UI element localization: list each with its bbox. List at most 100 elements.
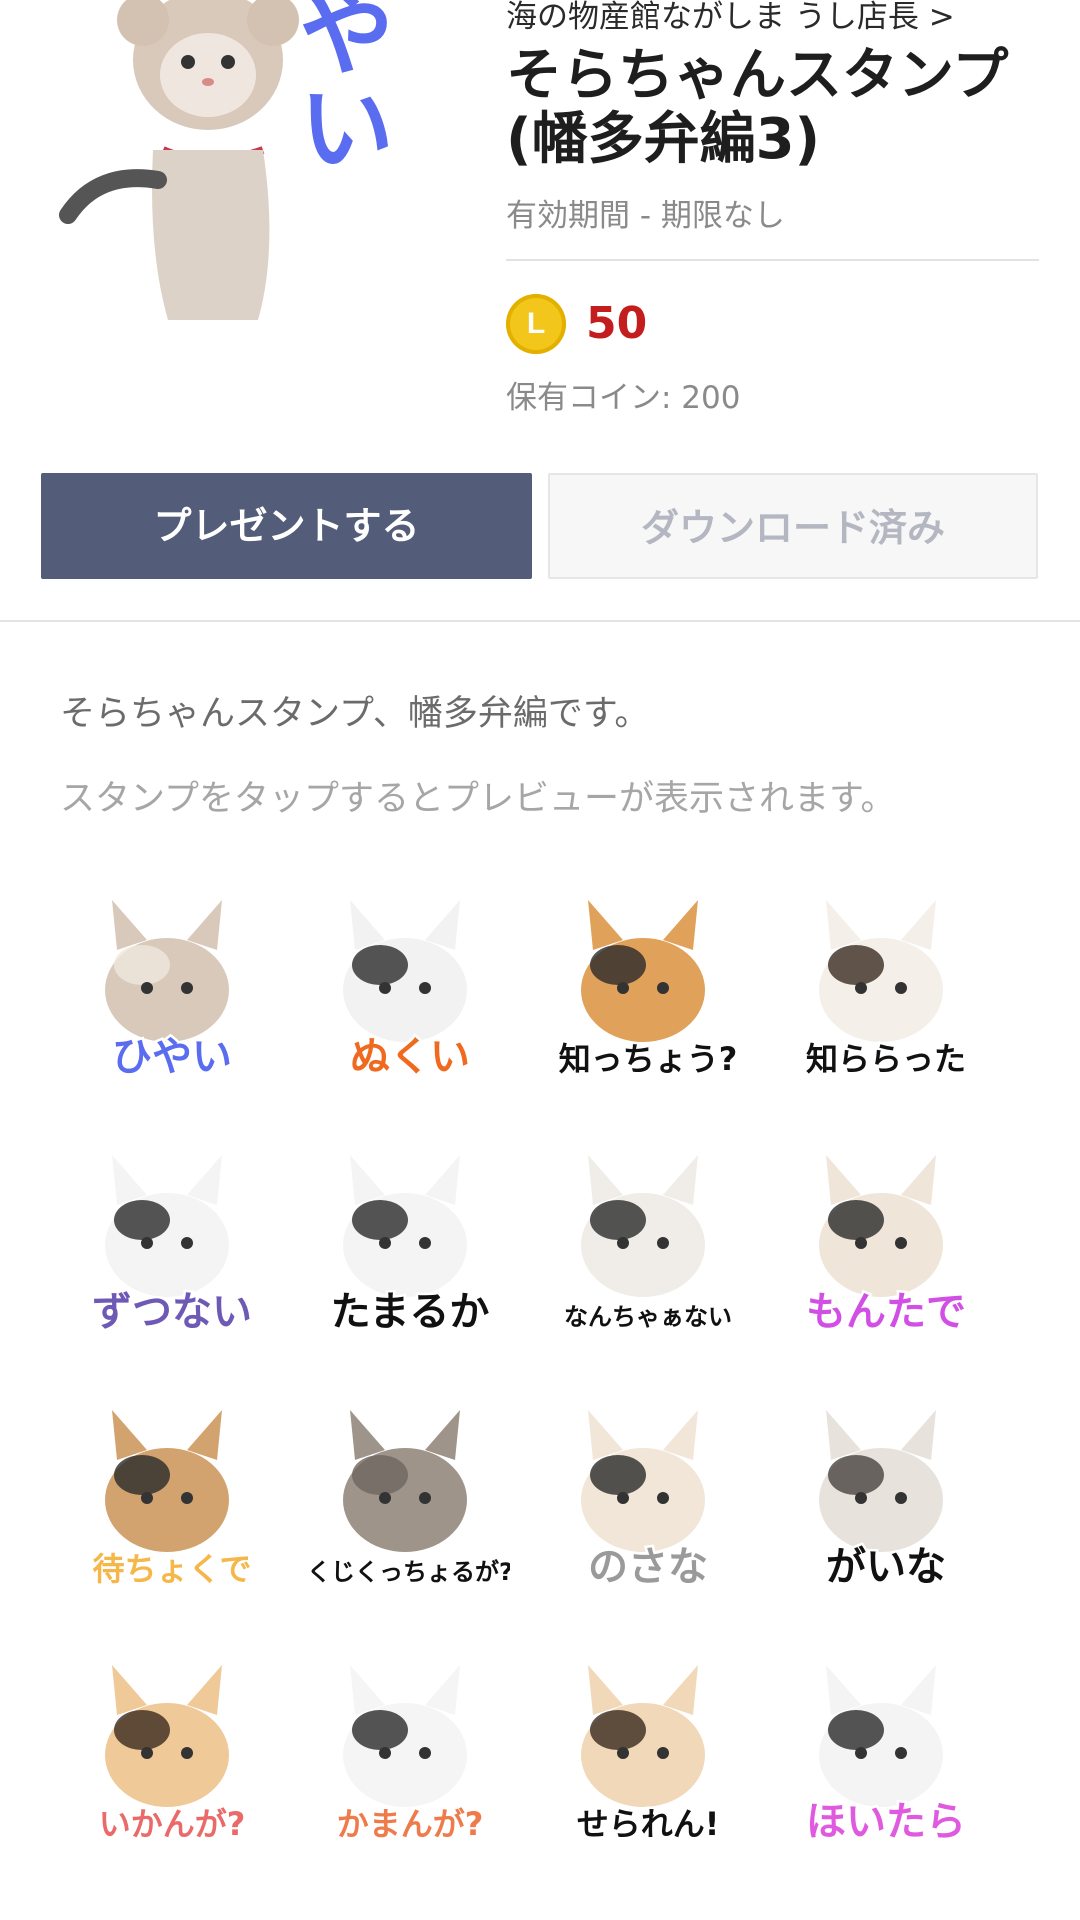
cat-ear-shape	[588, 1410, 623, 1460]
sticker-image: なんちゃぁない	[562, 1155, 735, 1334]
sticker-item[interactable]: ぬくい	[310, 880, 510, 1080]
sticker-item[interactable]: ひやい	[72, 880, 272, 1080]
cat-eye-shape	[657, 982, 669, 994]
cat-ear-shape	[350, 1410, 385, 1460]
sticker-item[interactable]: 知ららった	[786, 880, 986, 1080]
sticker-image: せられん!	[574, 1665, 722, 1845]
cat-ear-shape	[826, 900, 861, 950]
sticker-image: ぬくい	[343, 900, 473, 1080]
cat-eye-shape	[895, 1747, 907, 1759]
sticker-caption: もんたで	[806, 1289, 966, 1335]
cat-ear-shape	[425, 1410, 460, 1460]
cat-eye-shape	[657, 1747, 669, 1759]
sticker-image: 知っちょう?	[556, 900, 740, 1080]
sticker-item[interactable]: せられん!	[548, 1645, 748, 1845]
cat-ear-shape	[588, 900, 623, 950]
cat-eye-shape	[181, 1492, 193, 1504]
present-button[interactable]: プレゼントする	[41, 473, 532, 579]
cat-patch-shape	[114, 945, 170, 985]
cat-ear-shape	[901, 1155, 936, 1205]
cat-ear-shape	[826, 1665, 861, 1715]
sticker-caption: 知ららった	[806, 1040, 966, 1078]
sticker-image: ほいたら	[804, 1665, 969, 1845]
sticker-image: かまんが?	[334, 1665, 486, 1845]
cat-eye-shape	[379, 1237, 391, 1249]
sticker-item[interactable]: もんたで	[786, 1135, 986, 1335]
cat-eye-shape	[617, 1237, 629, 1249]
sticker-image: もんたで	[804, 1155, 969, 1335]
sticker-caption: せられん!	[577, 1805, 720, 1843]
sticker-item[interactable]: 知っちょう?	[548, 880, 748, 1080]
cat-patch-shape	[590, 1455, 646, 1495]
pack-title: そらちゃんスタンプ(幡多弁編3)	[506, 43, 1009, 172]
cat-eye-shape	[895, 1237, 907, 1249]
cat-ear-shape	[350, 900, 385, 950]
sticker-caption: いかんが?	[99, 1805, 246, 1843]
preview-hint: スタンプをタップするとプレビューが表示されます。	[60, 779, 896, 819]
sticker-caption: がいな	[826, 1544, 946, 1590]
cat-patch-shape	[352, 1710, 408, 1750]
cat-ear-shape	[112, 1155, 147, 1205]
cat-ear-shape	[112, 900, 147, 950]
cat-patch-shape	[828, 1710, 884, 1750]
cat-eye-shape	[419, 1237, 431, 1249]
sticker-item[interactable]: いかんが?	[72, 1645, 272, 1845]
cat-ear-shape	[112, 1410, 147, 1460]
cat-ear-shape	[826, 1410, 861, 1460]
sticker-caption: ぬくい	[350, 1034, 470, 1080]
cat-ear-shape	[187, 1410, 222, 1460]
cat-eye-shape	[855, 1237, 867, 1249]
coins-held: 保有コイン: 200	[506, 380, 741, 416]
cat-eye-shape	[657, 1237, 669, 1249]
sticker-item[interactable]: のさな	[548, 1390, 748, 1590]
pack-description: そらちゃんスタンプ、幡多弁編です。	[60, 694, 650, 734]
sticker-item[interactable]: くじくっちょるが?	[310, 1390, 510, 1590]
cat-patch-shape	[352, 945, 408, 985]
cat-eye-shape	[617, 1492, 629, 1504]
cat-patch-shape	[828, 1200, 884, 1240]
cat-patch-shape	[590, 1200, 646, 1240]
cat-ear-shape	[425, 1665, 460, 1715]
cat-ear-shape	[901, 900, 936, 950]
cat-patch-shape	[352, 1455, 408, 1495]
sticker-item[interactable]: がいな	[786, 1390, 986, 1590]
cat-eye-shape	[657, 1492, 669, 1504]
sticker-item[interactable]: かまんが?	[310, 1645, 510, 1845]
sticker-image: くじくっちょるが?	[310, 1410, 510, 1589]
cat-eye-shape	[895, 982, 907, 994]
cat-eye-shape	[419, 1492, 431, 1504]
hero-sticker-text: ひやい	[282, 0, 394, 174]
cat-eye-shape	[141, 1237, 153, 1249]
cat-ear-shape	[588, 1665, 623, 1715]
validity-period: 有効期間 - 期限なし	[506, 198, 785, 234]
section-divider	[0, 620, 1080, 622]
sticker-image: ひやい	[105, 900, 235, 1080]
cat-ear-shape	[663, 900, 698, 950]
sticker-item[interactable]: ほいたら	[786, 1645, 986, 1845]
cat-ear-shape	[350, 1665, 385, 1715]
cat-eye-shape	[419, 982, 431, 994]
cat-patch-shape	[828, 945, 884, 985]
sticker-caption: ずつない	[92, 1289, 252, 1335]
cat-ear-shape	[663, 1665, 698, 1715]
cat-ear-shape	[901, 1410, 936, 1460]
cat-ear-shape	[187, 1155, 222, 1205]
sticker-item[interactable]: ずつない	[72, 1135, 272, 1335]
sticker-item[interactable]: 待ちょくで	[72, 1390, 272, 1590]
cat-eye-shape	[855, 1747, 867, 1759]
cat-eye-shape	[419, 1747, 431, 1759]
sticker-image: がいな	[819, 1410, 949, 1590]
sticker-caption: くじくっちょるが?	[310, 1558, 510, 1586]
cat-ear-shape	[826, 1155, 861, 1205]
downloaded-button[interactable]: ダウンロード済み	[548, 473, 1038, 579]
sticker-item[interactable]: なんちゃぁない	[548, 1135, 748, 1335]
author-link[interactable]: 海の物産館ながしま うし店長 >	[506, 0, 955, 34]
cat-patch-shape	[114, 1200, 170, 1240]
sticker-caption: ほいたら	[806, 1799, 966, 1845]
sticker-image: たまるか	[328, 1155, 492, 1335]
sticker-item[interactable]: たまるか	[310, 1135, 510, 1335]
sticker-pack-main-image: ひやい	[58, 0, 418, 340]
cat-eye-shape	[379, 1492, 391, 1504]
sticker-caption: かまんが?	[337, 1805, 484, 1843]
sticker-caption: なんちゃぁない	[564, 1303, 732, 1331]
